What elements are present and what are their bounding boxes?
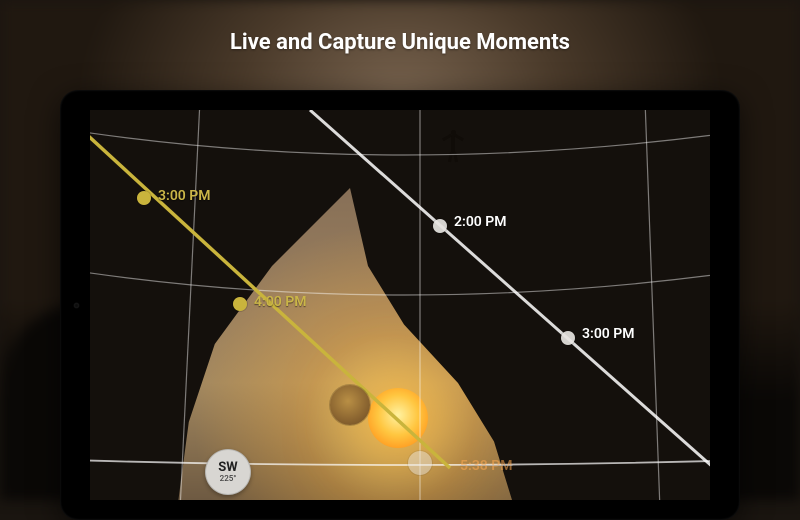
overlay-svg <box>90 110 710 500</box>
ar-overlay-grid[interactable]: 3:00 PM 4:00 PM 5:38 PM 2:00 PM 3:00 PM … <box>90 110 710 500</box>
device-camera-dot <box>74 303 79 308</box>
compass-direction: SW <box>218 461 237 474</box>
compass-degrees: 225° <box>220 475 237 483</box>
moon-marker[interactable] <box>433 219 447 233</box>
sun-marker[interactable] <box>233 297 247 311</box>
horizon-marker[interactable] <box>408 451 432 475</box>
marketing-headline: Live and Capture Unique Moments <box>0 30 800 55</box>
body-marker-big[interactable] <box>330 385 370 425</box>
tablet-frame: 3:00 PM 4:00 PM 5:38 PM 2:00 PM 3:00 PM … <box>60 90 740 520</box>
device-screen[interactable]: 3:00 PM 4:00 PM 5:38 PM 2:00 PM 3:00 PM … <box>90 110 710 500</box>
moon-marker[interactable] <box>561 331 575 345</box>
compass-badge[interactable]: SW 225° <box>205 449 251 495</box>
sun-marker[interactable] <box>137 191 151 205</box>
